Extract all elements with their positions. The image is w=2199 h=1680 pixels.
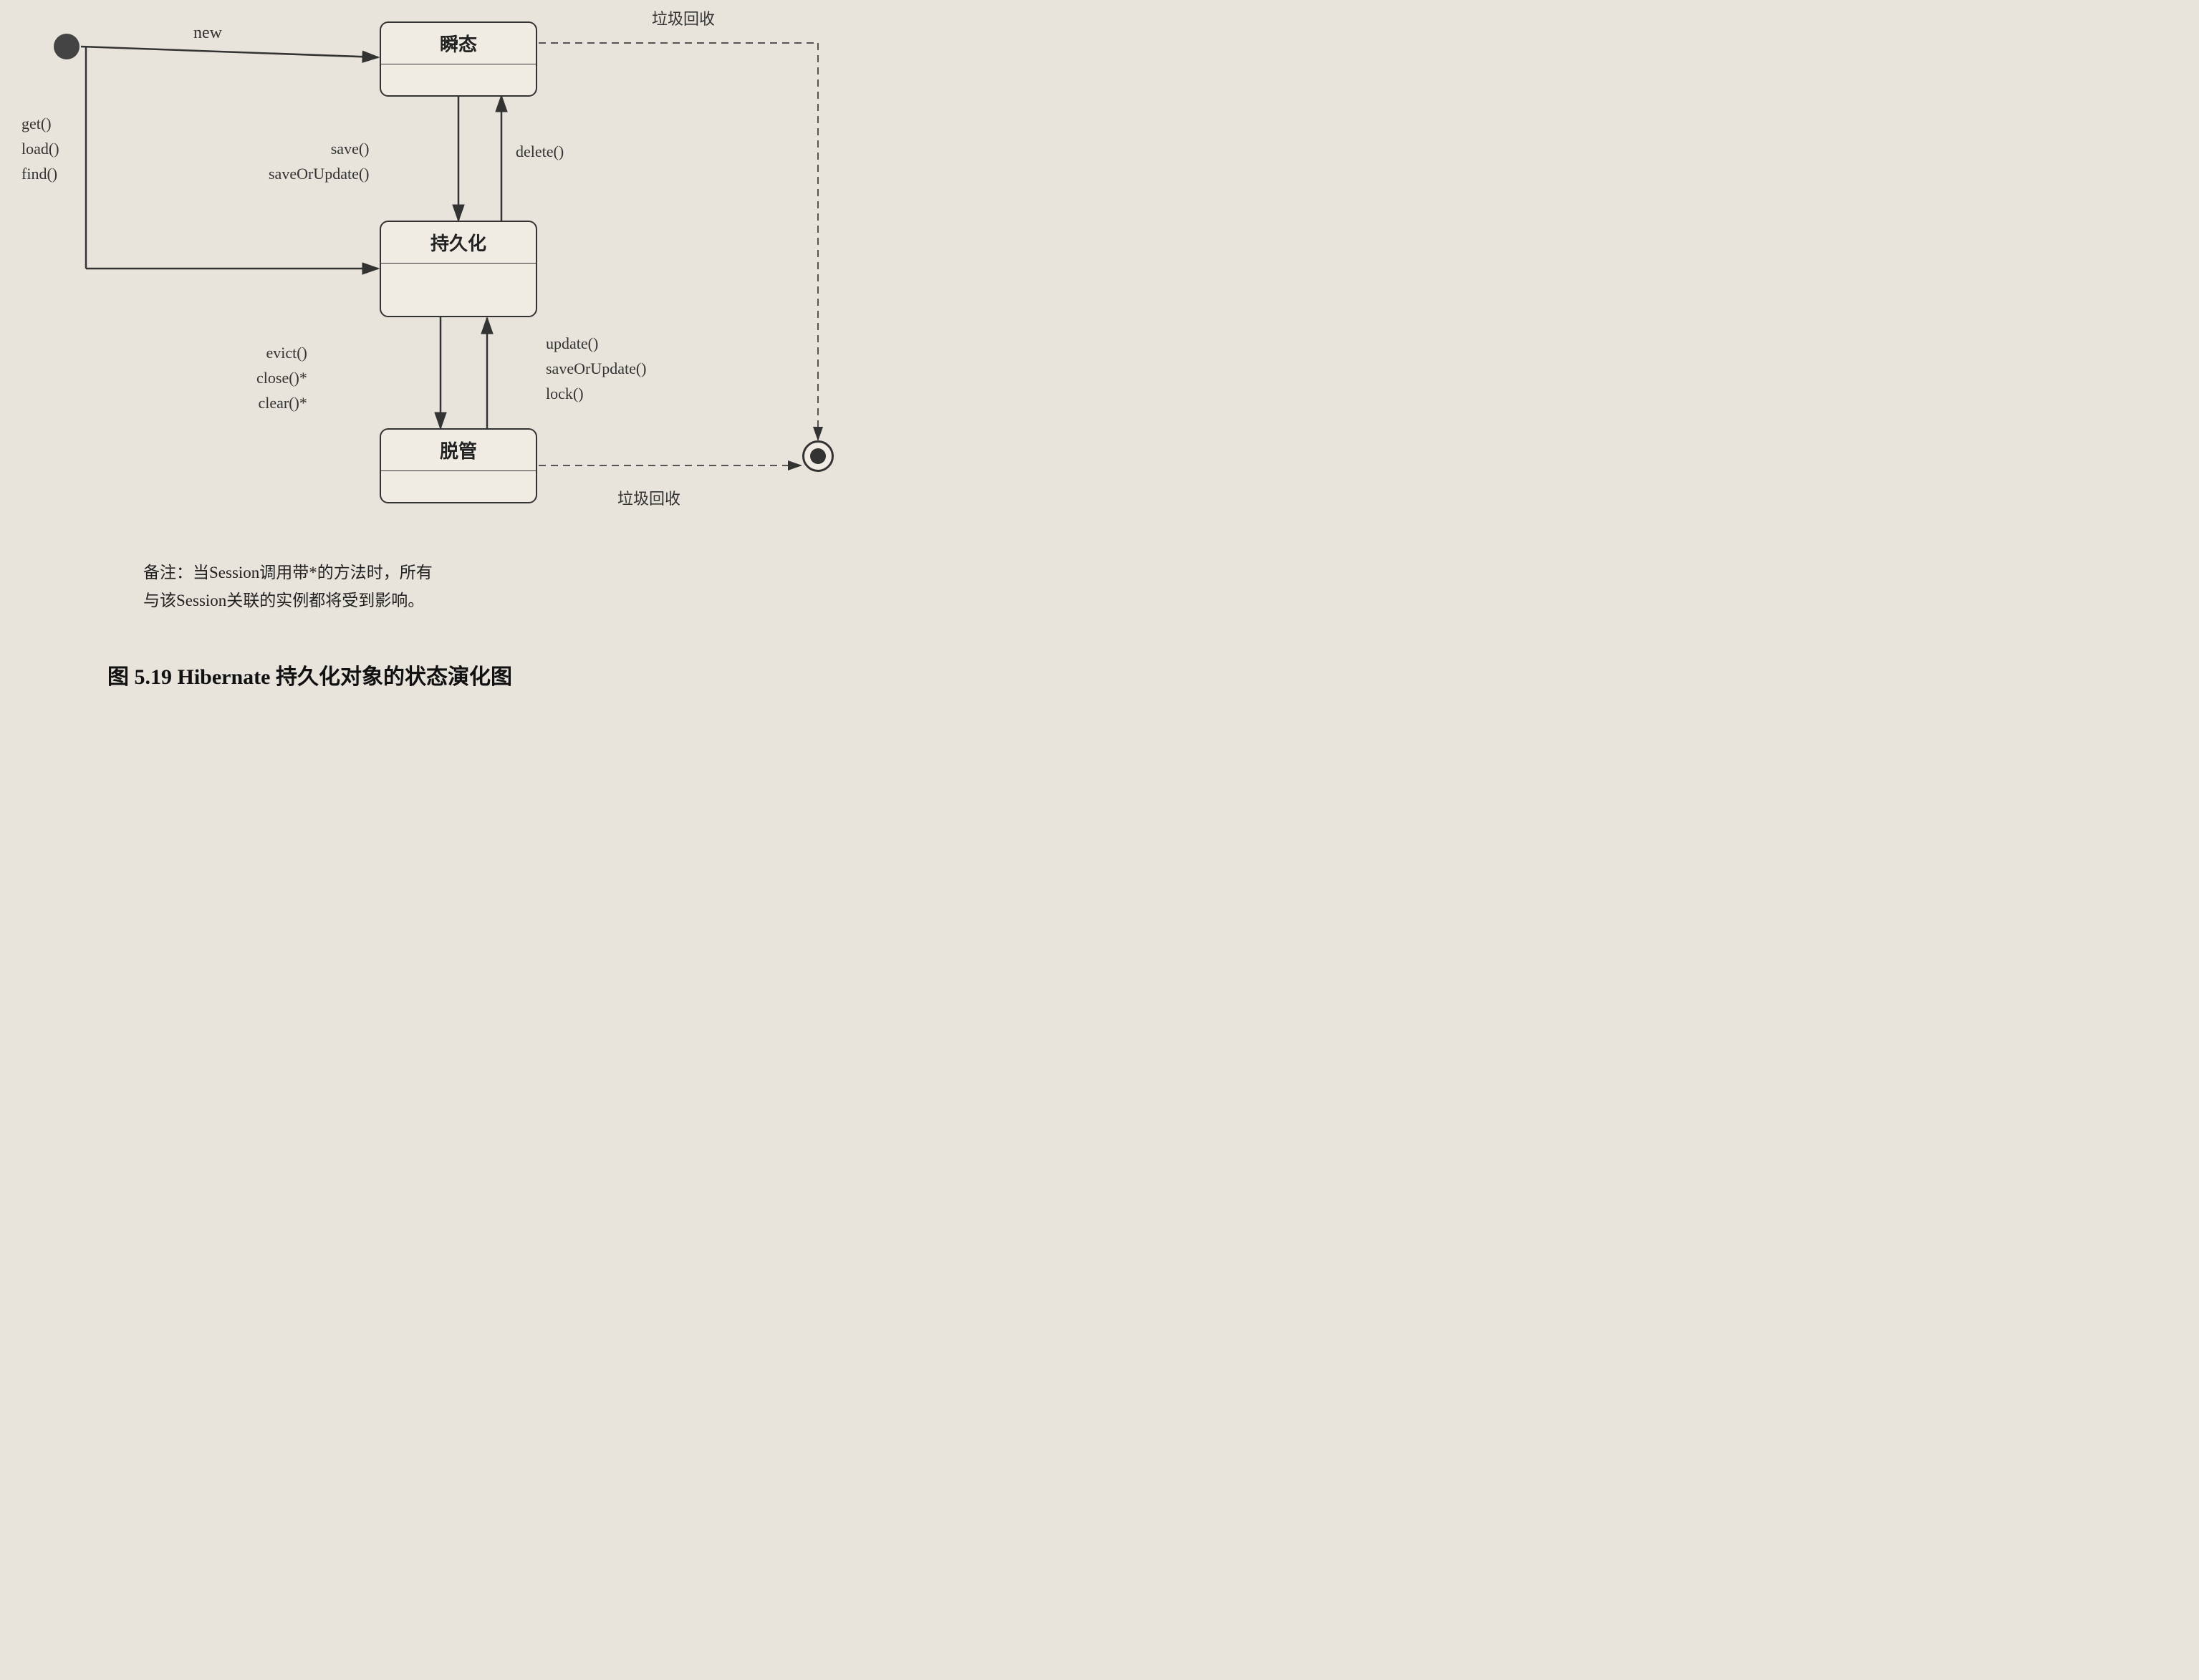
persistent-state-body — [381, 264, 536, 316]
persistent-state-label: 持久化 — [381, 222, 536, 264]
label-delete: delete() — [516, 140, 564, 163]
diagram-container: 瞬态 持久化 脱管 new get() load() find() save()… — [0, 0, 1100, 840]
label-garbage-bottom: 垃圾回收 — [617, 487, 680, 511]
label-update: update() saveOrUpdate() lock() — [546, 331, 647, 407]
start-state — [54, 34, 80, 59]
label-save: save() saveOrUpdate() — [269, 136, 370, 186]
label-evict: evict() close()* clear()* — [256, 340, 307, 416]
detached-state-body — [381, 471, 536, 502]
detached-state-label: 脱管 — [381, 430, 536, 471]
label-garbage-top: 垃圾回收 — [652, 7, 715, 31]
transient-state-body — [381, 64, 536, 95]
transient-state-label: 瞬态 — [381, 23, 536, 64]
label-new: new — [193, 20, 222, 46]
transient-state-box: 瞬态 — [380, 21, 537, 97]
end-state — [802, 440, 834, 472]
end-state-inner — [810, 448, 826, 464]
persistent-state-box: 持久化 — [380, 221, 537, 317]
label-get-load-find: get() load() find() — [21, 111, 59, 187]
note-box: 备注：当Session调用带*的方法时，所有 与该Session关联的实例都将受… — [143, 559, 433, 614]
diagram-caption: 图 5.19 Hibernate 持久化对象的状态演化图 — [107, 659, 512, 690]
arrows-svg — [0, 0, 1100, 840]
detached-state-box: 脱管 — [380, 428, 537, 503]
